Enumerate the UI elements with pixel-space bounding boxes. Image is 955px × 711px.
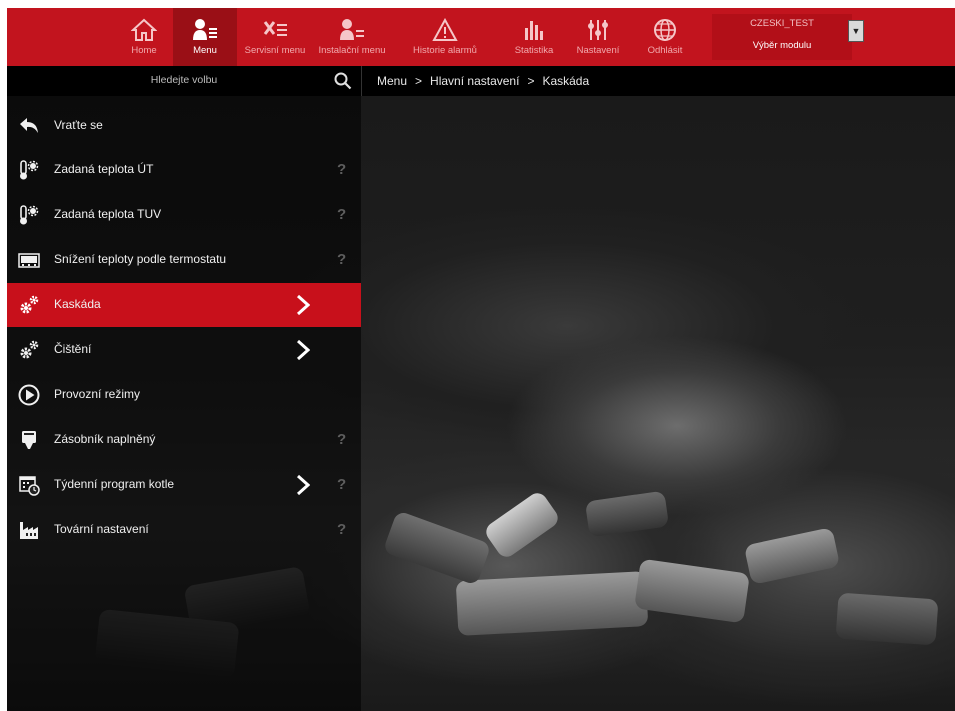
thermometer-gear-icon	[17, 203, 41, 227]
help-icon[interactable]: ?	[337, 431, 346, 448]
nav-statistics-label: Statistika	[514, 45, 554, 56]
top-navigation-bar: Home Menu Servisní menu Instalační menu …	[7, 8, 955, 66]
module-selector[interactable]: CZESKI_TEST Výběr modulu	[712, 14, 852, 60]
menu-item-heating-temp[interactable]: Zadaná teplota ÚT ?	[7, 148, 361, 192]
help-icon[interactable]: ?	[337, 251, 346, 268]
statistics-bars-icon	[520, 17, 548, 43]
nav-alarm-history-label: Historie alarmů	[413, 45, 477, 56]
search-placeholder: Hledejte volbu	[150, 74, 218, 86]
menu-item-cleaning[interactable]: Čištění	[7, 328, 361, 372]
chevron-down-icon: ▼	[851, 26, 861, 36]
menu-item-thermostat-reduction[interactable]: Snížení teploty podle termostatu ?	[7, 238, 361, 282]
menu-item-weekly-program[interactable]: Týdenní program kotle ?	[7, 463, 361, 507]
breadcrumb: Menu > Hlavní nastavení > Kaskáda	[377, 74, 589, 88]
hopper-icon	[17, 428, 41, 452]
pellet	[382, 510, 492, 586]
menu-item-label: Kaskáda	[54, 297, 101, 311]
nav-statistics[interactable]: Statistika	[503, 8, 565, 66]
chevron-right-icon	[296, 294, 311, 316]
thermometer-gear-icon	[17, 158, 41, 182]
nav-logout[interactable]: Odhlásit	[637, 8, 693, 66]
breadcrumb-separator: >	[527, 74, 535, 88]
nav-settings-label: Nastavení	[576, 45, 620, 56]
nav-settings[interactable]: Nastavení	[567, 8, 629, 66]
menu-item-label: Týdenní program kotle	[54, 477, 175, 491]
menu-item-factory-settings[interactable]: Tovární nastavení ?	[7, 508, 361, 552]
settings-sliders-icon	[584, 17, 612, 43]
menu-item-label: Snížení teploty podle termostatu	[54, 252, 227, 266]
help-icon[interactable]: ?	[337, 521, 346, 538]
module-name: CZESKI_TEST	[750, 18, 814, 29]
menu-item-label: Vraťte se	[54, 118, 103, 132]
breadcrumb-menu[interactable]: Menu	[377, 74, 407, 88]
menu-user-icon	[191, 17, 219, 43]
thermostat-display-icon	[17, 248, 41, 272]
menu-item-label: Zásobník naplněný	[54, 432, 156, 446]
search-breadcrumb-bar: Hledejte volbu Menu > Hlavní nastavení >…	[7, 66, 955, 96]
help-icon[interactable]: ?	[337, 476, 346, 493]
nav-menu-label: Menu	[193, 45, 217, 56]
pellet	[482, 489, 562, 561]
pellet	[743, 527, 841, 585]
nav-home[interactable]: Home	[115, 8, 173, 66]
service-tools-icon	[261, 17, 289, 43]
play-circle-icon	[17, 383, 41, 407]
side-menu: Vraťte se Zadaná teplota ÚT ? Zadaná tep…	[7, 96, 361, 711]
nav-menu[interactable]: Menu	[173, 8, 237, 66]
module-select-label: Výběr modulu	[752, 40, 812, 51]
menu-item-label: Provozní režimy	[54, 387, 141, 401]
pellet	[835, 592, 939, 646]
menu-item-back[interactable]: Vraťte se	[7, 104, 361, 148]
nav-installer-menu[interactable]: Instalační menu	[313, 8, 391, 66]
globe-logout-icon	[651, 17, 679, 43]
nav-service-menu-label: Servisní menu	[244, 45, 306, 56]
help-icon[interactable]: ?	[337, 206, 346, 223]
nav-alarm-history[interactable]: Historie alarmů	[405, 8, 485, 66]
app-window: Home Menu Servisní menu Instalační menu …	[7, 8, 955, 711]
menu-item-hopper-full[interactable]: Zásobník naplněný ?	[7, 418, 361, 462]
breadcrumb-main-settings[interactable]: Hlavní nastavení	[430, 74, 519, 88]
home-icon	[130, 17, 158, 43]
menu-item-label: Zadaná teplota TUV	[54, 207, 162, 221]
breadcrumb-cascade: Kaskáda	[542, 74, 590, 88]
search-field[interactable]: Hledejte volbu	[7, 66, 362, 96]
menu-item-label: Čištění	[54, 342, 92, 356]
gears-icon	[17, 338, 41, 362]
calendar-clock-icon	[17, 473, 41, 497]
search-icon[interactable]	[334, 72, 352, 90]
back-arrow-icon	[17, 114, 41, 138]
menu-item-operating-modes[interactable]: Provozní režimy	[7, 373, 361, 417]
chevron-right-icon	[296, 339, 311, 361]
pellet	[584, 490, 670, 538]
factory-icon	[17, 518, 41, 542]
nav-home-label: Home	[131, 45, 157, 56]
nav-installer-menu-label: Instalační menu	[318, 45, 386, 56]
alarm-warning-icon	[431, 17, 459, 43]
help-icon[interactable]: ?	[337, 161, 346, 178]
nav-service-menu[interactable]: Servisní menu	[239, 8, 311, 66]
gears-icon	[17, 293, 41, 317]
pellet	[634, 558, 750, 624]
menu-item-cascade[interactable]: Kaskáda	[7, 283, 361, 327]
menu-item-label: Zadaná teplota ÚT	[54, 162, 154, 176]
chevron-right-icon	[296, 474, 311, 496]
menu-item-label: Tovární nastavení	[54, 522, 149, 536]
breadcrumb-separator: >	[415, 74, 423, 88]
installer-icon	[338, 17, 366, 43]
pellet	[455, 571, 649, 636]
menu-item-hot-water-temp[interactable]: Zadaná teplota TUV ?	[7, 193, 361, 237]
nav-logout-label: Odhlásit	[647, 45, 683, 56]
module-dropdown-button[interactable]: ▼	[848, 20, 864, 42]
